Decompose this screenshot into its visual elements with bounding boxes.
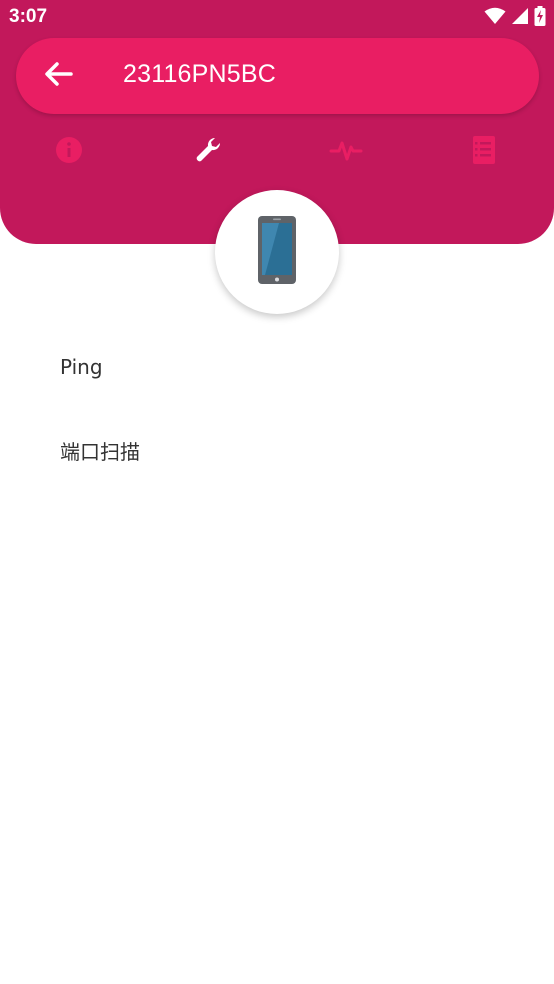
signal-icon — [511, 7, 529, 29]
arrow-left-icon — [43, 61, 73, 91]
tab-notes[interactable] — [462, 132, 506, 172]
page-title: 23116PN5BC — [123, 60, 277, 88]
smartphone-icon — [257, 215, 297, 289]
status-bar: 3:07 — [0, 0, 554, 36]
status-time: 3:07 — [9, 6, 48, 27]
battery-charging-icon — [534, 6, 546, 30]
tab-bar — [0, 132, 554, 174]
device-avatar — [215, 190, 339, 314]
list-item-port-scan[interactable]: 端口扫描 — [0, 416, 554, 480]
notebook-icon — [470, 135, 498, 169]
list-item-label: Ping — [60, 355, 103, 379]
info-icon — [54, 135, 84, 169]
tab-tools[interactable] — [186, 132, 230, 172]
list-item-ping[interactable]: Ping — [0, 335, 554, 399]
pulse-icon — [329, 135, 363, 169]
status-icons — [484, 6, 546, 30]
title-bar: 23116PN5BC — [16, 38, 539, 114]
wifi-icon — [484, 7, 506, 29]
tab-info[interactable] — [47, 132, 91, 172]
wrench-icon — [193, 135, 223, 169]
tab-monitor[interactable] — [324, 132, 368, 172]
list-item-label: 端口扫描 — [60, 440, 140, 464]
back-button[interactable] — [36, 54, 80, 98]
